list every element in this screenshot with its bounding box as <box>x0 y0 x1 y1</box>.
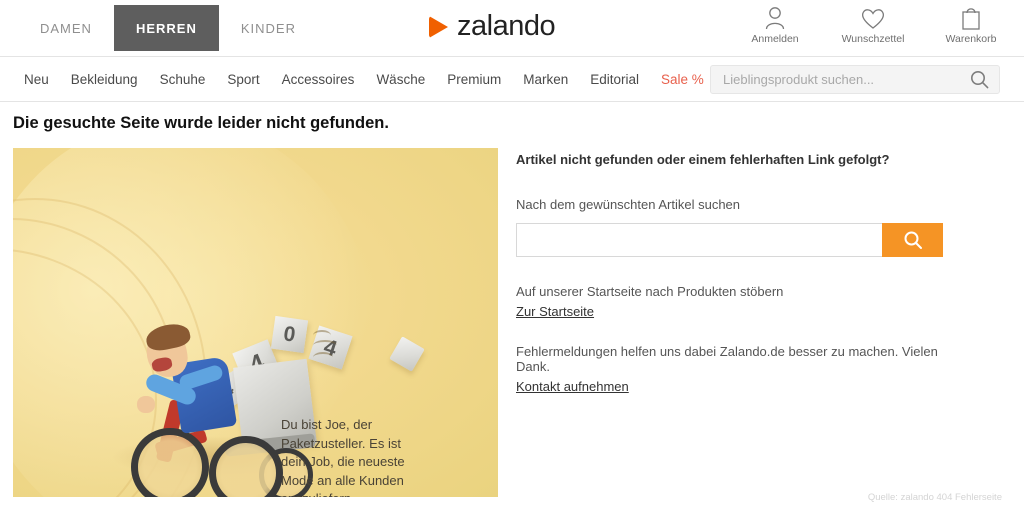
gender-tab-herren-label: HERREN <box>135 20 197 36</box>
cart-label: Warenkorb <box>945 33 997 45</box>
motion-lines-icon <box>313 330 347 376</box>
header-actions: Anmelden Wunschzettel Warenkorb <box>738 4 1008 45</box>
zalando-logo-text: zalando <box>457 10 556 42</box>
contact-link[interactable]: Kontakt aufnehmen <box>516 379 629 394</box>
wishlist-button[interactable]: Wunschzettel <box>836 4 910 45</box>
nav-link-sport[interactable]: Sport <box>227 72 259 87</box>
home-text: Auf unserer Startseite nach Produkten st… <box>516 284 784 299</box>
nav-link-waesche[interactable]: Wäsche <box>376 72 425 87</box>
zalando-logo-mark-icon <box>429 15 448 38</box>
nav-link-schuhe[interactable]: Schuhe <box>160 72 206 87</box>
illustration-caption: Du bist Joe, der Paketzusteller. Es ist … <box>281 417 405 497</box>
user-icon <box>738 4 812 30</box>
search-icon <box>970 71 988 89</box>
nav-link-accessoires[interactable]: Accessoires <box>282 72 355 87</box>
product-search-box[interactable] <box>516 223 943 257</box>
nav-link-marken[interactable]: Marken <box>523 72 568 87</box>
gender-tab-damen[interactable]: DAMEN <box>18 5 114 51</box>
flying-box: 0 <box>270 315 309 354</box>
flying-box <box>389 336 425 372</box>
flying-box-digit: 0 <box>282 321 297 347</box>
gender-tab-kinder-label: KINDER <box>240 20 296 36</box>
gender-tab-group: DAMEN HERREN KINDER <box>18 0 318 56</box>
nav-link-list: Neu Bekleidung Schuhe Sport Accessoires … <box>24 57 704 101</box>
nav-link-neu[interactable]: Neu <box>24 72 49 87</box>
product-search-input[interactable] <box>516 223 882 257</box>
header-search-button[interactable] <box>959 70 999 89</box>
gender-tab-herren[interactable]: HERREN <box>113 5 219 51</box>
account-label: Anmelden <box>751 33 799 45</box>
header-search-box[interactable] <box>710 65 1000 94</box>
nav-link-premium[interactable]: Premium <box>447 72 501 87</box>
courier-hand <box>137 396 155 413</box>
contact-text: Fehlermeldungen helfen uns dabei Zalando… <box>516 344 938 374</box>
account-button[interactable]: Anmelden <box>738 4 812 45</box>
404-illustration[interactable]: 4 4 0 4 Du bist Joe, der Paketzusteller.… <box>13 148 498 497</box>
wishlist-label: Wunschzettel <box>841 33 905 45</box>
gender-tab-damen-label: DAMEN <box>40 20 92 36</box>
home-link[interactable]: Zur Startseite <box>516 304 594 319</box>
page-title: Die gesuchte Seite wurde leider nicht ge… <box>13 114 389 132</box>
gender-tab-kinder[interactable]: KINDER <box>219 5 318 51</box>
search-icon <box>904 231 922 249</box>
top-header: DAMEN HERREN KINDER zalando Anmelden Wun… <box>0 0 1024 57</box>
nav-link-bekleidung[interactable]: Bekleidung <box>71 72 138 87</box>
zalando-logo[interactable]: zalando <box>429 10 556 42</box>
heart-icon <box>836 4 910 30</box>
product-search-button[interactable] <box>882 223 943 257</box>
bag-icon <box>934 4 1008 30</box>
nav-link-editorial[interactable]: Editorial <box>590 72 639 87</box>
nav-link-sale[interactable]: Sale % <box>661 72 704 87</box>
help-heading: Artikel nicht gefunden oder einem fehler… <box>516 152 890 167</box>
header-search-input[interactable] <box>711 72 959 87</box>
main-nav-bar: Neu Bekleidung Schuhe Sport Accessoires … <box>0 57 1024 102</box>
error-help-panel: Artikel nicht gefunden oder einem fehler… <box>516 152 966 396</box>
cart-button[interactable]: Warenkorb <box>934 4 1008 45</box>
product-search-label: Nach dem gewünschten Artikel suchen <box>516 197 741 212</box>
source-note: Quelle: zalando 404 Fehlerseite <box>867 492 1002 503</box>
bike-front-wheel <box>131 428 209 497</box>
